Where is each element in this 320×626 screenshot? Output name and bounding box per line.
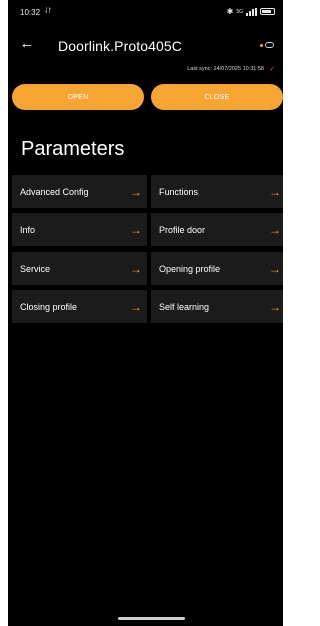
battery-icon bbox=[260, 8, 275, 15]
parameters-title: Parameters bbox=[21, 138, 125, 160]
network-label: 5G bbox=[236, 8, 243, 15]
arrow-right-icon: → bbox=[269, 222, 281, 237]
connection-status-icon bbox=[260, 42, 274, 48]
param-label: Info bbox=[20, 224, 36, 235]
home-indicator[interactable] bbox=[118, 617, 185, 620]
param-advanced-config[interactable]: Advanced Config → bbox=[12, 175, 147, 208]
arrow-right-icon: → bbox=[130, 184, 142, 199]
status-icons: ✱ 5G bbox=[227, 7, 275, 16]
arrow-right-icon: → bbox=[130, 299, 142, 314]
status-bar: 10:32 ⥯ ✱ 5G bbox=[8, 0, 283, 24]
param-label: Opening profile bbox=[159, 263, 221, 274]
param-label: Self learning bbox=[159, 301, 210, 312]
device-title: Doorlink.Proto405C bbox=[58, 38, 182, 54]
close-button[interactable]: CLOSE bbox=[151, 84, 283, 110]
param-opening-profile[interactable]: Opening profile → bbox=[151, 252, 283, 285]
param-label: Advanced Config bbox=[20, 186, 89, 197]
bluetooth-icon: ✱ bbox=[226, 7, 234, 16]
param-info[interactable]: Info → bbox=[12, 213, 147, 246]
param-closing-profile[interactable]: Closing profile → bbox=[12, 290, 147, 323]
arrow-right-icon: → bbox=[130, 261, 142, 276]
arrow-right-icon: → bbox=[269, 184, 281, 199]
open-button[interactable]: OPEN bbox=[12, 84, 144, 110]
param-service[interactable]: Service → bbox=[12, 252, 147, 285]
signal-icon bbox=[246, 7, 257, 16]
param-self-learning[interactable]: Self learning → bbox=[151, 290, 283, 323]
param-functions[interactable]: Functions → bbox=[151, 175, 283, 208]
status-time: 10:32 bbox=[20, 8, 41, 17]
param-label: Service bbox=[20, 263, 51, 274]
upload-icon: ⥯ bbox=[45, 6, 51, 15]
param-label: Profile door bbox=[159, 224, 206, 235]
sync-check-icon: ✓ bbox=[269, 66, 275, 73]
param-profile-door[interactable]: Profile door → bbox=[151, 213, 283, 246]
arrow-right-icon: → bbox=[269, 299, 281, 314]
back-arrow-icon[interactable]: ← bbox=[19, 35, 35, 51]
app-screen: 10:32 ⥯ ✱ 5G ← Doorlink.Proto405C Last s… bbox=[8, 0, 283, 626]
arrow-right-icon: → bbox=[130, 222, 142, 237]
arrow-right-icon: → bbox=[269, 261, 281, 276]
param-label: Functions bbox=[159, 186, 199, 197]
param-label: Closing profile bbox=[20, 301, 78, 312]
last-sync-text: Last sync: 14/07/2025 10:31:58 bbox=[187, 66, 264, 72]
